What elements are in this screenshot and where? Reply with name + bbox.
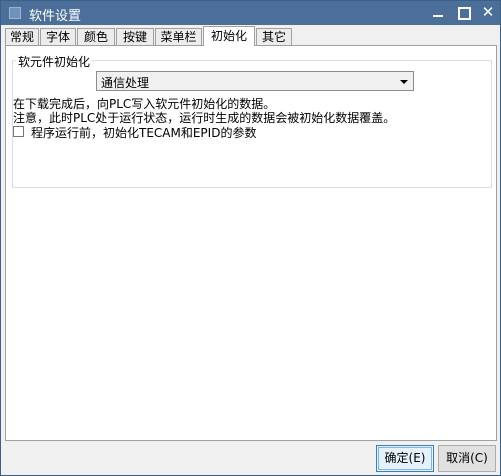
ok-button-label: 确定(E) (384, 451, 426, 465)
device-init-group: 软元件初始化 通信处理 在下载完成后，向PLC写入软元件初始化的数据。 注意，此… (12, 53, 492, 188)
minimize-icon (433, 15, 443, 17)
tab-color[interactable]: 颜色 (77, 28, 115, 45)
ok-button[interactable]: 确定(E) (376, 445, 434, 472)
close-button[interactable]: ✕ (477, 3, 499, 22)
title-bar: 软件设置 ✕ (1, 1, 500, 25)
init-mode-select[interactable]: 通信处理 (96, 71, 414, 91)
minimize-button[interactable] (427, 3, 449, 22)
tab-other[interactable]: 其它 (256, 28, 292, 45)
tab-keys[interactable]: 按键 (116, 28, 154, 45)
app-icon (9, 7, 21, 19)
tab-initialization[interactable]: 初始化 (203, 26, 255, 46)
chevron-down-icon (400, 80, 408, 84)
tab-general[interactable]: 常规 (5, 28, 39, 45)
cancel-button-label: 取消(C) (446, 451, 488, 465)
group-title: 软元件初始化 (16, 53, 93, 70)
window-title: 软件设置 (29, 9, 82, 24)
close-icon: ✕ (481, 3, 495, 21)
tab-font[interactable]: 字体 (40, 28, 76, 45)
maximize-button[interactable] (453, 3, 475, 22)
init-params-checkbox-label[interactable]: 程序运行前，初始化TECAM和EPID的参数 (31, 124, 256, 141)
cancel-button[interactable]: 取消(C) (438, 445, 496, 472)
tab-menubar[interactable]: 菜单栏 (155, 28, 202, 45)
init-params-checkbox[interactable] (13, 126, 24, 137)
settings-window: 软件设置 ✕ 常规 字体 颜色 按键 菜单栏 初始化 其它 软元件初始化 通信处… (0, 0, 501, 476)
init-mode-value: 通信处理 (101, 76, 150, 90)
tab-panel-initialization: 软元件初始化 通信处理 在下载完成后，向PLC写入软元件初始化的数据。 注意，此… (5, 45, 497, 441)
maximize-icon (458, 7, 471, 20)
